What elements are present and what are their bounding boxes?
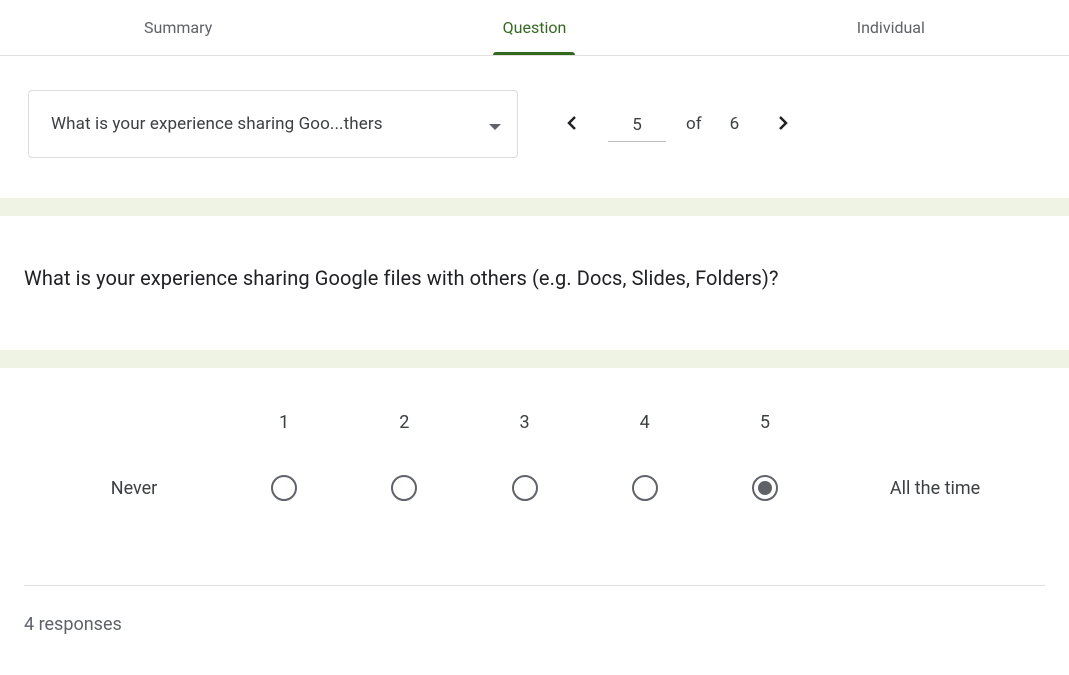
scale-option-5 xyxy=(705,475,825,501)
radio-icon xyxy=(391,475,417,501)
scale-right-label: All the time xyxy=(825,478,1045,499)
scale-radio-row: Never All the time xyxy=(24,475,1045,501)
scale-number: 5 xyxy=(705,412,825,433)
scale-option-3 xyxy=(464,475,584,501)
section-gap xyxy=(0,350,1069,368)
pager-of-label: of xyxy=(678,114,710,134)
scale-option-4 xyxy=(585,475,705,501)
scale-number: 4 xyxy=(585,412,705,433)
tab-label: Question xyxy=(503,18,567,37)
linear-scale: . 1 2 3 4 5 . Never All the time xyxy=(0,368,1069,531)
tab-summary[interactable]: Summary xyxy=(0,0,356,55)
question-text: What is your experience sharing Google f… xyxy=(0,216,1069,350)
radio-selected-icon xyxy=(752,475,778,501)
scale-number: 3 xyxy=(464,412,584,433)
tab-label: Summary xyxy=(144,18,212,37)
section-gap xyxy=(0,198,1069,216)
tab-individual[interactable]: Individual xyxy=(713,0,1069,55)
scale-number: 2 xyxy=(344,412,464,433)
prev-question-button[interactable] xyxy=(548,100,596,148)
pager-total: 6 xyxy=(722,114,748,134)
next-question-button[interactable] xyxy=(759,100,807,148)
tab-question[interactable]: Question xyxy=(356,0,712,55)
response-card: . 1 2 3 4 5 . Never All the time 4 respo… xyxy=(0,368,1069,675)
radio-icon xyxy=(512,475,538,501)
radio-icon xyxy=(632,475,658,501)
scale-option-1 xyxy=(224,475,344,501)
scale-header-row: . 1 2 3 4 5 . xyxy=(24,412,1045,433)
chevron-left-icon xyxy=(565,115,579,134)
responses-count: 4 responses xyxy=(0,586,1069,675)
radio-icon xyxy=(271,475,297,501)
caret-down-icon xyxy=(489,115,501,134)
scale-number: 1 xyxy=(224,412,344,433)
chevron-right-icon xyxy=(776,115,790,134)
question-dropdown[interactable]: What is your experience sharing Goo...th… xyxy=(28,90,518,158)
tab-label: Individual xyxy=(857,18,925,37)
question-pager: 5 of 6 xyxy=(548,100,807,148)
pager-current-input[interactable]: 5 xyxy=(608,107,666,142)
question-card: What is your experience sharing Google f… xyxy=(0,216,1069,350)
question-dropdown-label: What is your experience sharing Goo...th… xyxy=(51,114,489,134)
scale-left-label: Never xyxy=(24,478,224,499)
scale-option-2 xyxy=(344,475,464,501)
response-view-tabs: Summary Question Individual xyxy=(0,0,1069,56)
question-selector-row: What is your experience sharing Goo...th… xyxy=(0,56,1069,198)
